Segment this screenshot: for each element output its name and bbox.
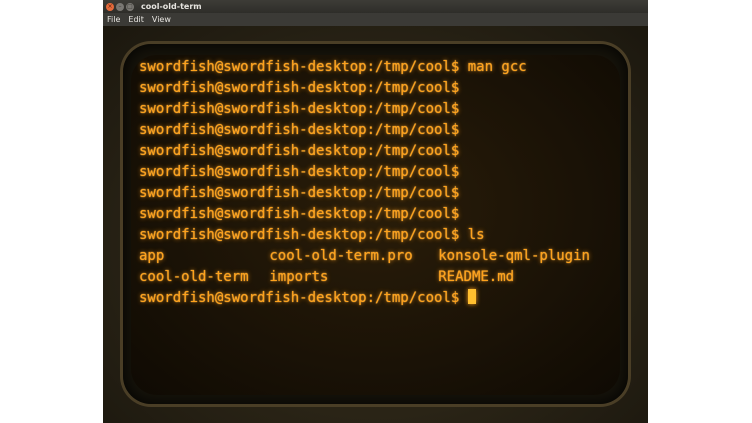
terminal-line: swordfish@swordfish-desktop:/tmp/cool$ [139, 185, 460, 201]
ls-output-row: app cool-old-term.pro konsole-qml-plugin [139, 246, 616, 267]
terminal-line: swordfish@swordfish-desktop:/tmp/cool$ m… [139, 59, 527, 75]
menu-bar: File Edit View [103, 13, 648, 26]
ls-entry: cool-old-term [139, 269, 249, 285]
close-button[interactable]: × [106, 2, 114, 11]
minimize-icon: – [118, 2, 122, 10]
ls-entry: app [139, 248, 165, 264]
terminal-line: swordfish@swordfish-desktop:/tmp/cool$ [139, 80, 460, 96]
terminal-line: swordfish@swordfish-desktop:/tmp/cool$ l… [139, 227, 485, 243]
window-controls: × – □ [106, 2, 134, 11]
close-icon: × [107, 2, 113, 10]
current-prompt: swordfish@swordfish-desktop:/tmp/cool$ [139, 290, 468, 306]
terminal-line: swordfish@swordfish-desktop:/tmp/cool$ [139, 143, 460, 159]
terminal-line: swordfish@swordfish-desktop:/tmp/cool$ [139, 164, 460, 180]
menu-edit[interactable]: Edit [128, 15, 144, 24]
terminal-window: × – □ cool-old-term File Edit View sword… [103, 0, 648, 423]
ls-output-row: cool-old-term imports README.md [139, 267, 616, 288]
crt-bezel: swordfish@swordfish-desktop:/tmp/cool$ m… [103, 26, 648, 423]
ls-entry: cool-old-term.pro [269, 248, 413, 264]
title-bar[interactable]: × – □ cool-old-term [103, 0, 648, 13]
terminal-line: swordfish@swordfish-desktop:/tmp/cool$ [139, 101, 460, 117]
menu-file[interactable]: File [107, 15, 120, 24]
current-prompt-line[interactable]: swordfish@swordfish-desktop:/tmp/cool$ [139, 288, 616, 309]
terminal-line: swordfish@swordfish-desktop:/tmp/cool$ [139, 206, 460, 222]
ls-entry: konsole-qml-plugin [438, 248, 590, 264]
terminal-line: swordfish@swordfish-desktop:/tmp/cool$ [139, 122, 460, 138]
text-cursor [467, 289, 476, 304]
terminal-output: swordfish@swordfish-desktop:/tmp/cool$ m… [139, 57, 616, 309]
menu-view[interactable]: View [152, 15, 171, 24]
maximize-icon: □ [127, 2, 133, 10]
ls-entry: README.md [438, 269, 515, 285]
window-title: cool-old-term [141, 2, 202, 11]
ls-entry: imports [269, 269, 329, 285]
terminal-screen[interactable]: swordfish@swordfish-desktop:/tmp/cool$ m… [131, 55, 620, 395]
maximize-button[interactable]: □ [126, 2, 134, 11]
minimize-button[interactable]: – [116, 2, 124, 11]
